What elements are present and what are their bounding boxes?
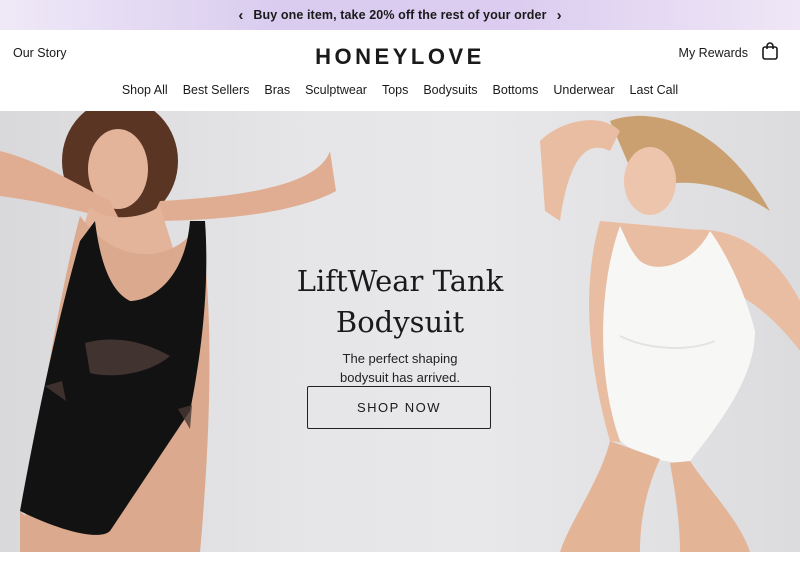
nav-underwear[interactable]: Underwear bbox=[553, 83, 614, 97]
nav-bras[interactable]: Bras bbox=[264, 83, 290, 97]
shop-now-button[interactable]: SHOP NOW bbox=[307, 386, 491, 429]
nav-last-call[interactable]: Last Call bbox=[630, 83, 679, 97]
chevron-left-icon[interactable]: ‹ bbox=[228, 7, 253, 24]
hero-title: LiftWear Tank Bodysuit bbox=[296, 264, 504, 339]
hero-subtitle: The perfect shaping bodysuit has arrived… bbox=[340, 351, 460, 385]
nav-bodysuits[interactable]: Bodysuits bbox=[423, 83, 477, 97]
hero-model-image-right bbox=[540, 115, 800, 552]
nav-sculptwear[interactable]: Sculptwear bbox=[305, 83, 367, 97]
nav-best-sellers[interactable]: Best Sellers bbox=[183, 83, 250, 97]
promo-text[interactable]: Buy one item, take 20% off the rest of y… bbox=[253, 8, 546, 22]
my-rewards-link[interactable]: My Rewards bbox=[679, 46, 748, 60]
nav-shop-all[interactable]: Shop All bbox=[122, 83, 168, 97]
site-header: Our Story HONEYLOVE My Rewards Shop All … bbox=[0, 30, 800, 110]
hero-banner[interactable]: LiftWear Tank Bodysuit The perfect shapi… bbox=[0, 111, 800, 552]
nav-tops[interactable]: Tops bbox=[382, 83, 408, 97]
chevron-right-icon[interactable]: › bbox=[547, 7, 572, 24]
main-nav: Shop All Best Sellers Bras Sculptwear To… bbox=[0, 83, 800, 97]
shopping-bag-icon[interactable] bbox=[762, 42, 778, 60]
nav-bottoms[interactable]: Bottoms bbox=[493, 83, 539, 97]
promo-banner: ‹ Buy one item, take 20% off the rest of… bbox=[0, 0, 800, 30]
